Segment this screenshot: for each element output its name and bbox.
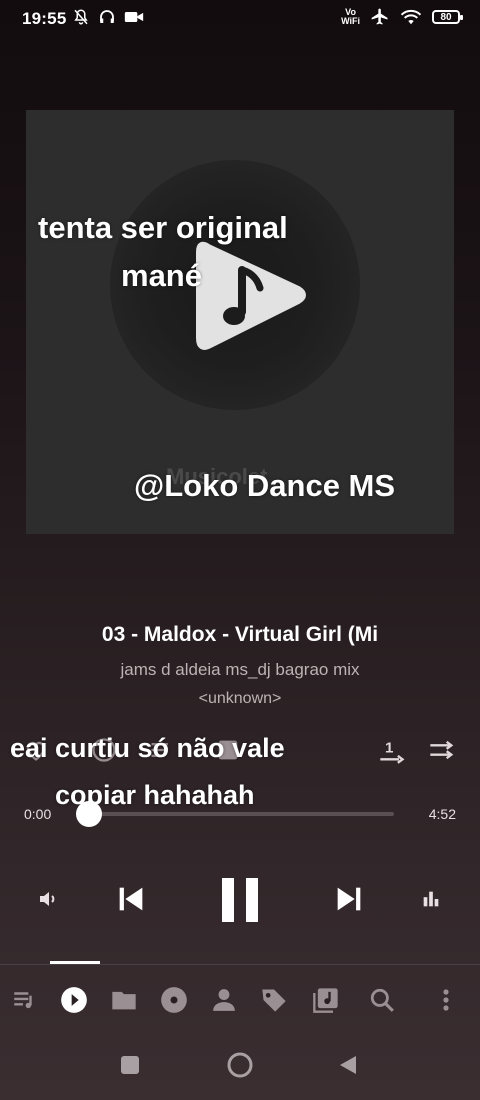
video-camera-icon xyxy=(124,12,144,22)
tab-folders[interactable] xyxy=(104,980,144,1020)
status-time: 19:55 xyxy=(22,9,67,28)
equalizer-icon xyxy=(423,891,439,907)
tabbar-divider xyxy=(0,964,480,965)
overlay-caption-4: eai curtiu só não vale xyxy=(10,733,285,763)
vowifi-line2: WiFi xyxy=(341,16,360,26)
more-icon xyxy=(443,989,449,1011)
playlist-icon xyxy=(313,988,338,1013)
current-time: 0:00 xyxy=(24,806,52,822)
pause-icon xyxy=(222,878,258,922)
folder-icon xyxy=(112,991,136,1010)
recents-icon xyxy=(121,1056,139,1074)
svg-text:1: 1 xyxy=(385,739,393,756)
status-bar: 19:55 Vo WiFi 80 xyxy=(0,0,480,36)
status-left-icons xyxy=(72,8,144,26)
artist-icon xyxy=(213,989,235,1011)
overlay-caption-3: @Loko Dance MS xyxy=(134,468,396,503)
tab-search[interactable] xyxy=(362,980,402,1020)
track-album[interactable]: <unknown> xyxy=(0,690,480,708)
next-icon xyxy=(337,887,361,911)
previous-button[interactable] xyxy=(110,878,152,920)
system-navigation-bar xyxy=(0,1045,480,1095)
tab-artists[interactable] xyxy=(204,980,244,1020)
volume-button[interactable] xyxy=(34,884,64,914)
track-title[interactable]: 03 - Maldox - Virtual Girl (Mi xyxy=(0,623,480,647)
progress-bar[interactable] xyxy=(88,812,394,816)
repeat-one-icon[interactable]: 1 xyxy=(378,736,406,764)
volume-icon xyxy=(40,892,55,906)
tab-albums[interactable] xyxy=(154,980,194,1020)
music-play-logo-icon xyxy=(196,241,306,350)
tab-tags[interactable] xyxy=(254,980,294,1020)
playback-controls xyxy=(0,870,480,930)
recents-button[interactable] xyxy=(110,1045,150,1085)
tab-now-playing[interactable] xyxy=(54,980,94,1020)
equalizer-button[interactable] xyxy=(416,884,446,914)
tag-icon xyxy=(262,989,286,1012)
total-time: 4:52 xyxy=(428,806,456,822)
overlay-caption-1: tenta ser original xyxy=(38,210,288,245)
search-icon xyxy=(370,988,394,1012)
home-button[interactable] xyxy=(220,1045,260,1085)
pause-button[interactable] xyxy=(212,872,268,928)
progress-thumb[interactable] xyxy=(76,801,102,827)
back-icon xyxy=(340,1056,356,1074)
bottom-tabbar xyxy=(0,980,480,1020)
notifications-off-icon xyxy=(74,9,88,25)
tab-playlists[interactable] xyxy=(306,980,346,1020)
vowifi-indicator: Vo WiFi xyxy=(341,8,360,26)
back-button[interactable] xyxy=(328,1045,368,1085)
wifi-icon xyxy=(400,9,422,25)
airplane-icon xyxy=(371,8,388,25)
status-right-icons: Vo WiFi 80 xyxy=(341,7,463,27)
next-button[interactable] xyxy=(328,878,370,920)
album-icon xyxy=(161,987,187,1013)
headphones-icon xyxy=(100,10,114,23)
previous-icon xyxy=(119,887,143,911)
tab-queue[interactable] xyxy=(4,980,44,1020)
more-options-button[interactable] xyxy=(426,980,466,1020)
shuffle-icon[interactable] xyxy=(428,736,456,764)
battery-indicator: 80 xyxy=(432,10,463,24)
now-playing-icon xyxy=(61,987,87,1013)
track-artist[interactable]: jams d aldeia ms_dj bagrao mix xyxy=(0,660,480,680)
overlay-caption-2: mané xyxy=(121,258,202,293)
home-icon xyxy=(227,1052,253,1078)
queue-icon xyxy=(14,992,32,1009)
